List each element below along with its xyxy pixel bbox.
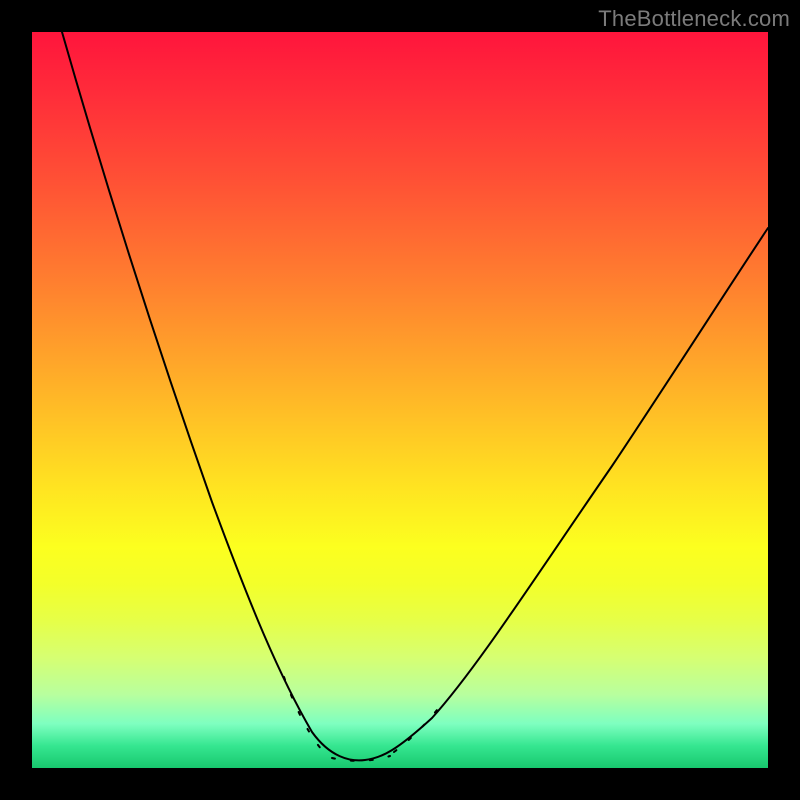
bottleneck-curve bbox=[62, 32, 768, 760]
watermark-text: TheBottleneck.com bbox=[598, 6, 790, 32]
curve-layer bbox=[32, 32, 768, 768]
chart-frame: TheBottleneck.com bbox=[0, 0, 800, 800]
valley-highlight-right bbox=[394, 710, 437, 752]
